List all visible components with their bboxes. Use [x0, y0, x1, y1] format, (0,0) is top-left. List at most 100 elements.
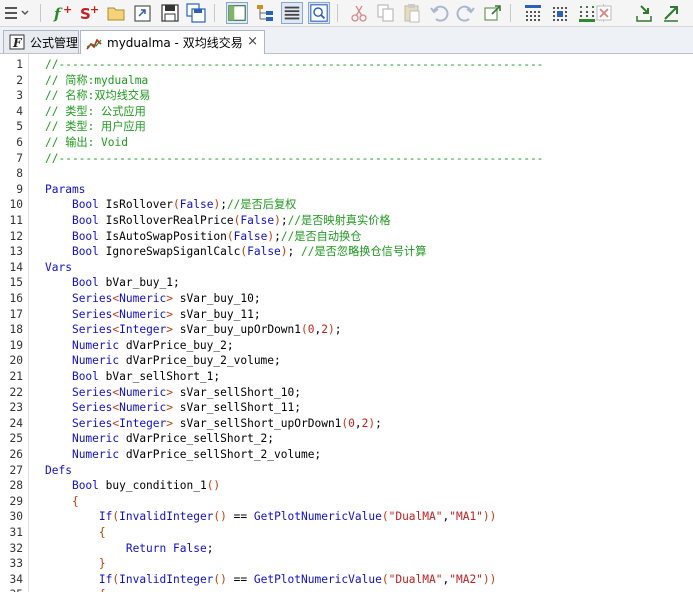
code-line[interactable]: 28 Bool buy_condition_1(): [0, 478, 693, 494]
code-token-paren: (): [213, 510, 227, 524]
code-line[interactable]: 34 If (InvalidInteger() == GetPlotNumeric…: [0, 572, 693, 588]
code-line[interactable]: 10 Bool IsRollover(False);//是否后复权: [0, 197, 693, 213]
code-text: {: [45, 587, 106, 592]
code-line[interactable]: 35 {: [0, 587, 693, 592]
code-line[interactable]: 32 Return False;: [0, 541, 693, 557]
code-line[interactable]: 30 If (InvalidInteger() == GetPlotNumeric…: [0, 509, 693, 525]
save-all-icon[interactable]: [185, 2, 207, 24]
grid-select-icon[interactable]: [549, 2, 571, 24]
toolbar-separator: [214, 4, 215, 22]
code-token-plain: sVar_sellShort_11;: [173, 401, 302, 415]
code-line[interactable]: 21 Bool bVar_sellShort_1;: [0, 369, 693, 385]
tree-view-icon[interactable]: [254, 2, 276, 24]
code-line[interactable]: 33 }: [0, 556, 693, 572]
code-editor[interactable]: 1 //-------------------------------------…: [0, 54, 693, 592]
code-token-paren: (: [226, 229, 234, 243]
code-line[interactable]: 29 {: [0, 494, 693, 510]
open-folder-icon[interactable]: [105, 2, 127, 24]
code-text: //--------------------------------------…: [45, 151, 543, 167]
code-line[interactable]: 24 Series<Integer> sVar_sellShort_upOrDo…: [0, 416, 693, 432]
cut-icon[interactable]: [348, 2, 370, 24]
code-token-paren: ): [274, 214, 281, 227]
code-line[interactable]: 17 Series<Numeric> sVar_buy_11;: [0, 307, 693, 323]
code-line[interactable]: 19 Numeric dVarPrice_buy_2;: [0, 338, 693, 354]
code-line[interactable]: 4 // 类型: 公式应用: [0, 104, 693, 120]
close-icon[interactable]: ×: [247, 34, 258, 49]
code-line[interactable]: 14 Vars: [0, 260, 693, 276]
code-text: If (InvalidInteger() == GetPlotNumericVal…: [45, 572, 497, 588]
layout-panel-icon[interactable]: [226, 2, 248, 24]
code-token-keyword: Numeric: [119, 292, 167, 305]
line-number: 19: [9, 338, 23, 352]
code-token-keyword: False: [240, 214, 275, 227]
tab-bar: F 公式管理 mydualma - 双均线交易 ×: [0, 27, 693, 54]
external-link-icon[interactable]: [482, 2, 504, 24]
code-line[interactable]: 31 {: [0, 525, 693, 541]
list-view-icon[interactable]: [281, 2, 303, 24]
code-line[interactable]: 12 Bool IsAutoSwapPosition(False);//是否自动…: [0, 229, 693, 245]
new-strategy-icon[interactable]: S +: [78, 2, 100, 24]
code-token-comment: //--------------------------------------…: [45, 151, 544, 165]
tab-formula-manager[interactable]: F 公式管理: [3, 30, 79, 53]
refresh-icon[interactable]: [660, 2, 682, 24]
chart-line-icon: [86, 35, 102, 51]
toolbar-menu-icon[interactable]: [2, 2, 32, 24]
tab-mydualma[interactable]: mydualma - 双均线交易 ×: [80, 30, 265, 54]
code-line[interactable]: 6 // 输出: Void: [0, 135, 693, 151]
redo-icon[interactable]: [455, 2, 477, 24]
line-number: 1: [16, 58, 23, 71]
line-number: 9: [16, 182, 23, 196]
search-box-icon[interactable]: [308, 2, 330, 24]
code-line[interactable]: 15 Bool bVar_buy_1;: [0, 275, 693, 291]
code-line[interactable]: 18 Series<Integer> sVar_buy_upOrDown1(0,…: [0, 322, 693, 338]
code-line[interactable]: 5 // 类型: 用户应用: [0, 119, 693, 135]
code-line[interactable]: 3 // 名称:双均线交易: [0, 88, 693, 104]
code-line[interactable]: 11 Bool IsRolloverRealPrice(False);//是否映…: [0, 213, 693, 229]
code-token-keyword: Defs: [45, 463, 72, 477]
code-text: Return False;: [45, 541, 214, 557]
code-line[interactable]: 7 //-------------------------------------…: [0, 151, 693, 167]
line-number: 31: [9, 526, 23, 539]
export-icon[interactable]: [132, 2, 154, 24]
code-token-paren: )): [482, 510, 497, 524]
code-token-keyword: Vars: [45, 260, 72, 274]
svg-text:+: +: [90, 3, 99, 16]
code-line[interactable]: 2 // 简称:mydualma: [0, 73, 693, 89]
new-function-icon[interactable]: f +: [52, 2, 74, 24]
code-line[interactable]: 8: [0, 166, 693, 182]
code-token-comment: // 类型: 用户应用: [45, 120, 146, 134]
code-text: Series<Integer> sVar_sellShort_upOrDown1…: [45, 416, 382, 432]
code-token-string: "DualMA": [388, 510, 443, 524]
code-line[interactable]: 1 //-------------------------------------…: [0, 57, 693, 73]
code-line[interactable]: 27 Defs: [0, 463, 693, 479]
code-line[interactable]: 13 Bool IgnoreSwapSiganlCalc(False); //是…: [0, 244, 693, 260]
grid-dots-icon[interactable]: [522, 2, 544, 24]
code-token-plain: ;: [220, 198, 227, 212]
save-icon[interactable]: [159, 2, 181, 24]
code-token-plain: sVar_buy_11;: [173, 307, 261, 321]
code-line[interactable]: 9 Params: [0, 182, 693, 198]
code-line[interactable]: 20 Numeric dVarPrice_buy_2_volume;: [0, 353, 693, 369]
copy-icon[interactable]: [375, 2, 397, 24]
code-token-comment: // 名称:双均线交易: [45, 89, 151, 103]
code-token-keyword: Params: [45, 182, 86, 196]
code-line[interactable]: 22 Series<Numeric> sVar_sellShort_10;: [0, 385, 693, 401]
undo-icon[interactable]: [428, 2, 450, 24]
code-token-plain: sVar_sellShort_upOrDown1: [173, 416, 342, 430]
code-line[interactable]: 26 Numeric dVarPrice_sellShort_2_volume;: [0, 447, 693, 463]
code-line[interactable]: 23 Series<Numeric> sVar_sellShort_11;: [0, 400, 693, 416]
delete-icon[interactable]: [593, 2, 615, 24]
code-text: Series<Numeric> sVar_sellShort_10;: [45, 385, 301, 401]
paste-icon[interactable]: [401, 2, 423, 24]
svg-text:F: F: [12, 36, 23, 50]
code-line[interactable]: 16 Series<Numeric> sVar_buy_10;: [0, 291, 693, 307]
import-icon[interactable]: [633, 2, 655, 24]
code-token-string: "MA2": [449, 572, 483, 586]
code-line[interactable]: 25 Numeric dVarPrice_sellShort_2;: [0, 431, 693, 447]
